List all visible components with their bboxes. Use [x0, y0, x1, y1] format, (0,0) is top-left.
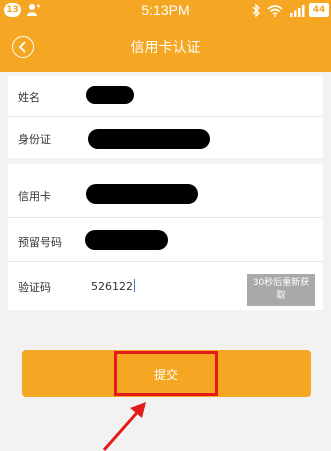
name-label: 姓名 [18, 91, 40, 104]
credit-card-field[interactable] [86, 184, 198, 204]
divider [8, 116, 323, 117]
code-input[interactable]: 526122 [88, 275, 238, 297]
bluetooth-icon [252, 3, 260, 18]
card-info-card: 信用卡 预留号码 验证码 526122 30秒后重新获 取 [8, 164, 323, 310]
code-value: 526122 [91, 279, 135, 293]
signal-icon [290, 5, 305, 17]
name-field[interactable] [86, 86, 134, 104]
resend-label-line1: 30秒后重新获 [252, 278, 310, 288]
name-row: 姓名 [8, 86, 323, 109]
battery-icon: 44 [309, 3, 329, 17]
divider [8, 217, 323, 218]
status-bar: 13 5:13PM 44 [0, 0, 331, 22]
code-label: 验证码 [18, 281, 51, 294]
personal-info-card: 姓名 身份证 [8, 76, 323, 158]
resend-label-line2: 取 [276, 291, 286, 301]
divider [8, 261, 323, 262]
phone-field[interactable] [85, 230, 168, 250]
arrow-icon [102, 402, 146, 451]
wifi-icon [267, 5, 283, 17]
credit-card-label: 信用卡 [18, 190, 51, 203]
page-title: 信用卡认证 [130, 40, 201, 56]
id-field[interactable] [88, 129, 210, 149]
phone-label: 预留号码 [18, 236, 62, 249]
id-label: 身份证 [18, 133, 51, 146]
phone-row: 预留号码 [8, 230, 323, 254]
text-cursor [134, 279, 135, 292]
resend-code-button[interactable]: 30秒后重新获 取 [247, 274, 315, 306]
app-header: 信用卡认证 [0, 22, 331, 72]
credit-card-row: 信用卡 [8, 184, 323, 208]
id-row: 身份证 [8, 129, 323, 151]
submit-label: 提交 [153, 368, 178, 382]
